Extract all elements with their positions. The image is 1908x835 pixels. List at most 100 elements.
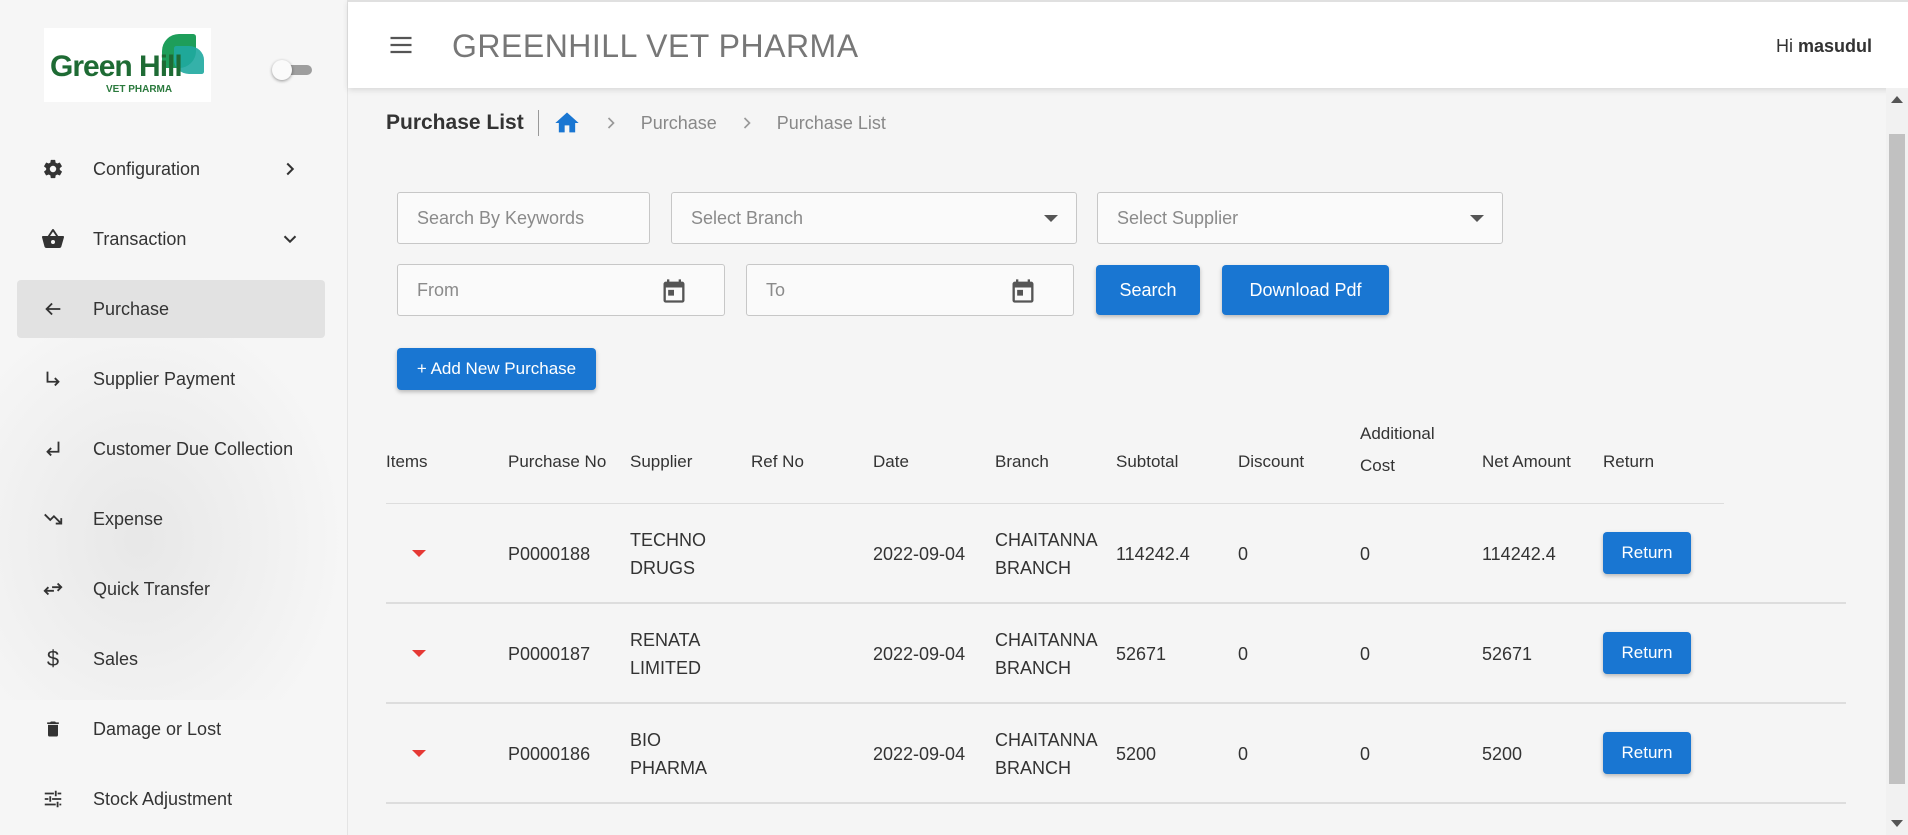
breadcrumb: Purchase List Purchase Purchase List [386,108,886,138]
caret-down-icon [1470,215,1484,222]
cell-discount: 0 [1238,644,1249,664]
cell-branch-line1: CHAITANNA [995,730,1098,750]
sidebar-item-label: Stock Adjustment [93,788,233,809]
branch-select[interactable]: Select Branch [671,192,1077,244]
subdirectory-arrow-left-icon [39,435,67,463]
calendar-icon[interactable] [1009,277,1037,305]
header-net-amount: Net Amount [1482,452,1571,471]
hamburger-icon [390,36,412,54]
header-supplier: Supplier [630,452,693,471]
sidebar-item-supplier-payment[interactable]: Supplier Payment [17,350,325,408]
header-items: Items [386,452,428,471]
arrow-left-icon [39,295,67,323]
logo-subtext: VET PHARMA [106,84,173,95]
sidebar-item-label: Configuration [93,158,201,179]
sidebar-item-stock-adjustment[interactable]: Stock Adjustment [17,770,325,828]
chevron-right-icon [743,117,751,129]
cell-purchase-no: P0000186 [508,744,591,764]
supplier-select[interactable]: Select Supplier [1097,192,1503,244]
header-discount: Discount [1238,452,1305,471]
header-ref-no: Ref No [751,452,804,471]
sidebar-item-damage-or-lost[interactable]: Damage or Lost [17,700,325,758]
breadcrumb-purchase-list[interactable]: Purchase List [777,113,886,134]
cell-net-amount: 114242.4 [1482,544,1556,564]
trending-down-icon [39,505,67,533]
cell-date: 2022-09-04 [873,744,966,764]
expand-arrow-icon[interactable] [412,550,426,557]
cell-supplier-line2: DRUGS [630,558,696,578]
header-additional-cost-line2: Cost [1360,456,1395,475]
expand-arrow-icon[interactable] [412,750,426,757]
toggle-knob [272,60,292,80]
search-input[interactable]: Search By Keywords [397,192,650,244]
header-additional-cost-line1: Additional [1360,424,1435,443]
cell-branch: CHAITANNA BRANCH [995,726,1098,782]
return-button[interactable]: Return [1603,732,1691,774]
header-additional-cost: Additional Cost [1360,418,1435,482]
cell-additional-cost: 0 [1360,544,1371,564]
main-content: Purchase List Purchase Purchase List Sea… [348,88,1886,835]
header-purchase-no: Purchase No [508,452,607,471]
search-button[interactable]: Search [1096,265,1200,315]
sidebar-item-purchase[interactable]: Purchase [17,280,325,338]
sidebar-item-label: Customer Due Collection [93,438,294,459]
cell-date: 2022-09-04 [873,544,966,564]
sidebar-item-label: Transaction [93,228,187,249]
cell-supplier: BIO PHARMA [630,726,707,782]
cell-branch-line2: BRANCH [995,658,1072,678]
cell-purchase-no: P0000188 [508,544,591,564]
user-greeting[interactable]: Hi masudul [1776,36,1872,57]
user-name: masudul [1797,36,1872,56]
sidebar-item-expense[interactable]: Expense [17,490,325,548]
download-pdf-button[interactable]: Download Pdf [1222,265,1389,315]
sidebar-item-quick-transfer[interactable]: Quick Transfer [17,560,325,618]
sidebar-item-sales[interactable]: $ Sales [17,630,325,688]
header-subtotal: Subtotal [1116,452,1179,471]
cell-branch-line2: BRANCH [995,758,1072,778]
to-date-input[interactable]: To [746,264,1074,316]
scroll-thumb[interactable] [1889,134,1905,784]
table-row: P0000186 BIO PHARMA 2022-09-04 CHAITANNA B… [386,704,1846,804]
sidebar-item-transaction[interactable]: Transaction [17,210,325,268]
search-placeholder: Search By Keywords [417,207,585,228]
expand-arrow-icon[interactable] [412,650,426,657]
cell-discount: 0 [1238,544,1249,564]
chevron-right-icon [607,117,615,129]
add-new-purchase-button[interactable]: + Add New Purchase [397,348,596,390]
cell-supplier-line2: LIMITED [630,658,702,678]
logo-text: Green Hill [50,50,183,83]
sidebar-item-customer-due-collection[interactable]: Customer Due Collection [17,420,325,478]
return-button[interactable]: Return [1603,632,1691,674]
return-button[interactable]: Return [1603,532,1691,574]
cell-supplier: TECHNO DRUGS [630,526,706,582]
transfer-icon [39,575,67,603]
scroll-up-arrow-icon[interactable] [1891,96,1903,103]
from-date-input[interactable]: From [397,264,725,316]
sidebar-item-label: Sales [93,648,139,669]
sidebar-item-label: Expense [93,508,164,529]
to-placeholder: To [766,279,786,300]
cell-supplier-line2: PHARMA [630,758,708,778]
cell-branch: CHAITANNA BRANCH [995,526,1098,582]
breadcrumb-purchase[interactable]: Purchase [641,113,717,134]
home-icon[interactable] [553,109,581,137]
menu-button[interactable] [374,18,428,72]
scroll-down-arrow-icon[interactable] [1891,820,1903,827]
cell-subtotal: 5200 [1116,744,1157,764]
sidebar-item-label: Damage or Lost [93,718,222,739]
logo[interactable]: Green Hill VET PHARMA [44,28,211,102]
scrollbar[interactable] [1886,88,1908,835]
subdirectory-arrow-right-icon [39,365,67,393]
cell-additional-cost: 0 [1360,744,1371,764]
sidebar: Green Hill VET PHARMA Configuration Tran… [0,0,348,835]
breadcrumb-divider [537,110,539,136]
sidebar-item-configuration[interactable]: Configuration [17,140,325,198]
app-title: GREENHILL VET PHARMA [452,28,859,64]
calendar-icon[interactable] [660,277,688,305]
gear-icon [39,155,67,183]
supplier-placeholder: Select Supplier [1117,207,1239,228]
cell-branch-line1: CHAITANNA [995,630,1098,650]
theme-toggle[interactable] [272,60,312,80]
sidebar-item-label: Supplier Payment [93,368,236,389]
caret-down-icon [1044,215,1058,222]
